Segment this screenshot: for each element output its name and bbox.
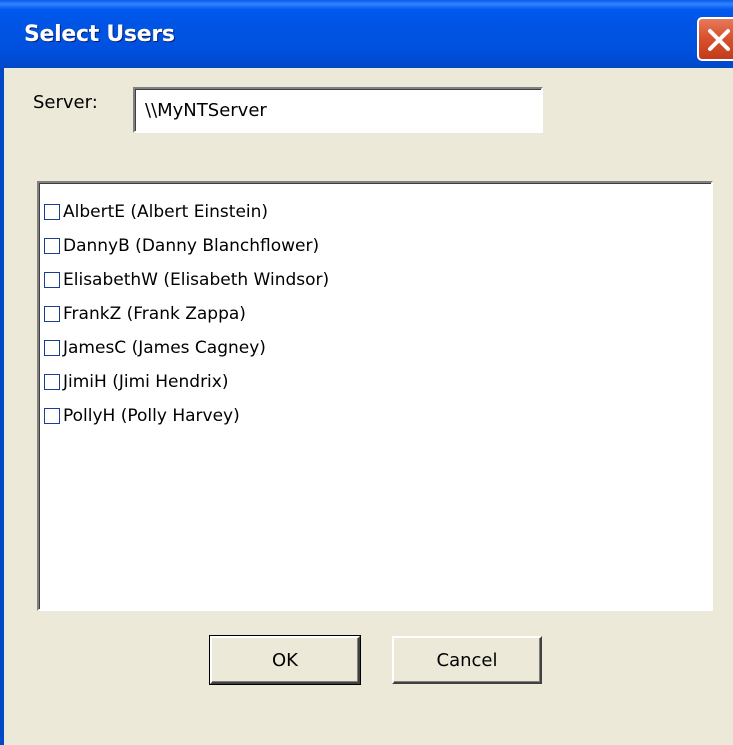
user-label: AlbertE (Albert Einstein) — [63, 202, 269, 222]
list-item[interactable]: JimiH (Jimi Hendrix) — [44, 365, 711, 399]
user-label: ElisabethW (Elisabeth Windsor) — [63, 270, 330, 290]
close-icon — [708, 29, 730, 51]
dialog-title: Select Users — [24, 22, 175, 47]
cancel-button[interactable]: Cancel — [392, 636, 542, 684]
server-label: Server: — [33, 92, 98, 113]
user-label: JimiH (Jimi Hendrix) — [63, 372, 229, 392]
user-list[interactable]: AlbertE (Albert Einstein) DannyB (Danny … — [37, 181, 713, 611]
user-label: PollyH (Polly Harvey) — [63, 406, 240, 426]
checkbox[interactable] — [44, 340, 60, 356]
list-item[interactable]: ElisabethW (Elisabeth Windsor) — [44, 263, 711, 297]
checkbox[interactable] — [44, 238, 60, 254]
server-input[interactable]: \\MyNTServer — [133, 87, 543, 133]
list-item[interactable]: FrankZ (Frank Zappa) — [44, 297, 711, 331]
user-label: DannyB (Danny Blanchflower) — [63, 236, 320, 256]
list-item[interactable]: AlbertE (Albert Einstein) — [44, 195, 711, 229]
checkbox[interactable] — [44, 204, 60, 220]
title-bar[interactable]: Select Users — [0, 0, 733, 68]
user-label: JamesC (James Cagney) — [63, 338, 266, 358]
list-item[interactable]: JamesC (James Cagney) — [44, 331, 711, 365]
user-label: FrankZ (Frank Zappa) — [63, 304, 246, 324]
checkbox[interactable] — [44, 374, 60, 390]
ok-button[interactable]: OK — [209, 635, 361, 685]
window-border — [0, 68, 4, 745]
checkbox[interactable] — [44, 306, 60, 322]
close-button[interactable] — [697, 17, 733, 61]
checkbox[interactable] — [44, 272, 60, 288]
select-users-dialog: Select Users Server: \\MyNTServer Albert… — [0, 0, 733, 745]
list-item[interactable]: DannyB (Danny Blanchflower) — [44, 229, 711, 263]
checkbox[interactable] — [44, 408, 60, 424]
list-item[interactable]: PollyH (Polly Harvey) — [44, 399, 711, 433]
